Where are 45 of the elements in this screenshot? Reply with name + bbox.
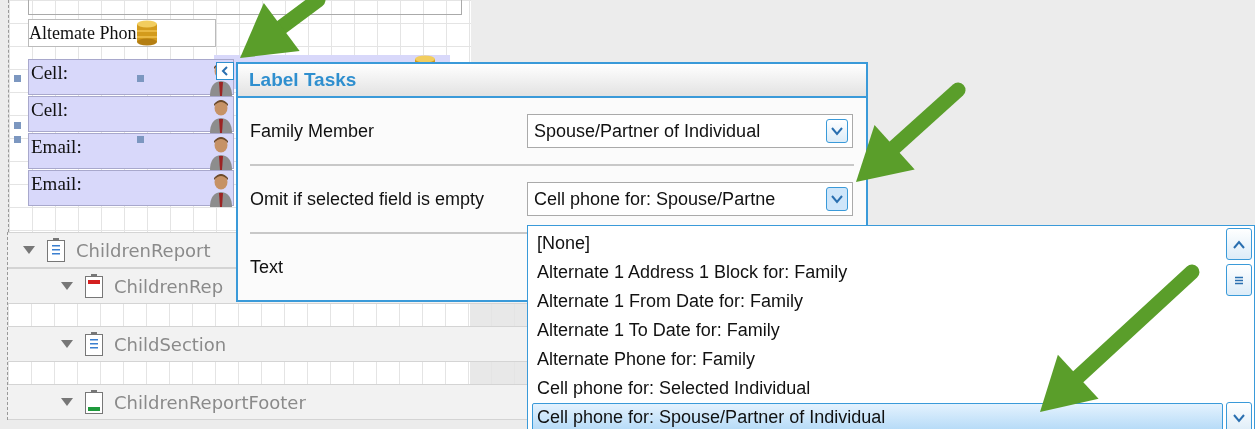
collapse-arrow-icon[interactable] [60,397,74,407]
scroll-thumb[interactable] [1226,264,1252,296]
database-icon [136,20,159,46]
collapse-arrow-icon[interactable] [60,339,74,349]
collapse-arrow-icon[interactable] [22,245,36,255]
field-label: Family Member [250,120,375,142]
selection-handle[interactable] [14,75,21,82]
dropdown-option[interactable]: Cell phone for: Selected Individual [532,374,1226,403]
dropdown-option[interactable]: [None] [532,229,1226,258]
dropdown-option[interactable]: Alternate 1 Address 1 Block for: Family [532,258,1226,287]
section-icon [84,331,104,357]
label-field[interactable]: Email: [28,133,234,169]
smart-tag-button[interactable] [216,62,234,80]
scroll-down-button[interactable] [1226,402,1252,429]
person-icon [209,136,233,170]
dropdown-option[interactable]: Alternate Phone for: Family [532,345,1226,374]
person-icon [209,173,233,207]
dropdown-button[interactable] [826,187,848,211]
section-icon [84,389,104,415]
collapse-arrow-icon[interactable] [60,281,74,291]
selection-handle[interactable] [137,136,144,143]
dropdown-field[interactable]: Spouse/Partner of Individual [527,114,853,148]
band-name: ChildrenRep [114,275,224,297]
section-icon [84,273,104,299]
dropdown-option[interactable]: Cell phone for: Spouse/Partner of Individual [532,403,1223,429]
label-field[interactable]: Cell: [28,59,234,95]
dropdown-option[interactable]: Alternate 1 From Date for: Family [532,287,1226,316]
label-field[interactable]: Email: [28,170,234,206]
dropdown-field[interactable]: Cell phone for: Spouse/Partne [527,182,853,216]
field-label: Omit if selected field is empty [250,188,486,210]
section-icon [46,237,66,263]
dropdown-option[interactable]: Alternate 1 To Date for: Family [532,316,1226,345]
person-icon [209,99,233,133]
band-name: ChildrenReport [76,239,211,261]
label-field[interactable]: Cell: [28,96,234,132]
selection-handle[interactable] [137,75,144,82]
grip-icon [1234,275,1244,285]
band-name: ChildSection [114,333,227,355]
dropdown-button[interactable] [826,119,848,143]
panel-title: Label Tasks [249,69,357,91]
band-name: ChildrenReportFooter [114,391,306,413]
data-field[interactable]: Altemate Phon [28,19,216,47]
chevron-icon [220,66,230,76]
scroll-up-button[interactable] [1226,228,1252,260]
field-label: Text [250,256,284,278]
